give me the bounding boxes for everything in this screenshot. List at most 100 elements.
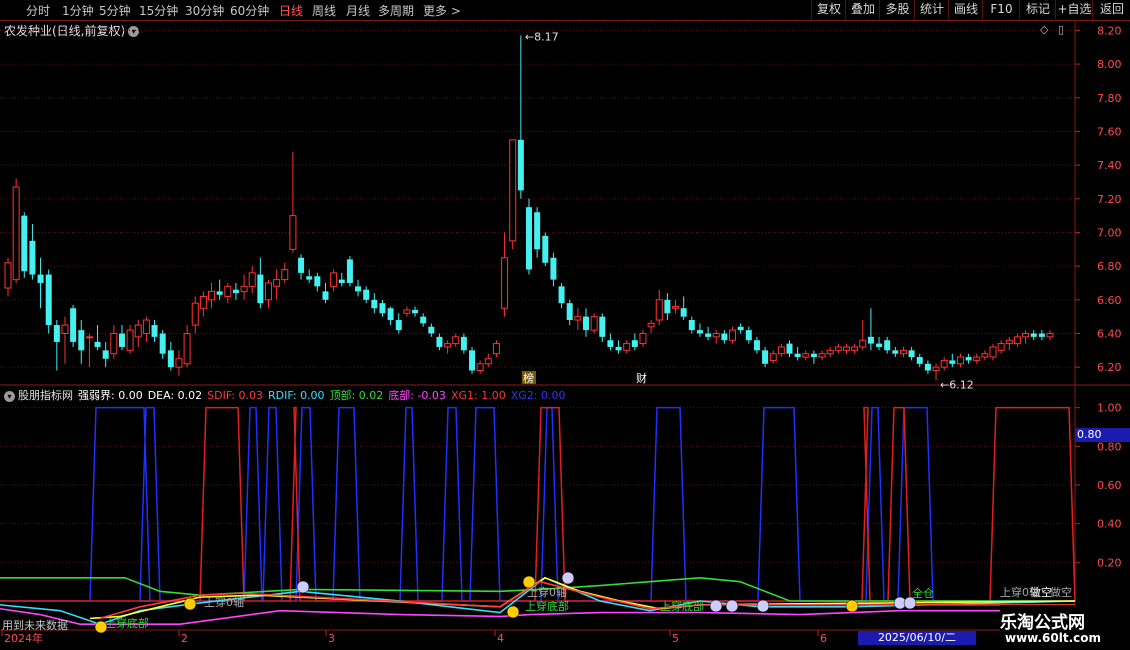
candle-body [1005,339,1013,345]
indicator-value-4: 顶部: 0.02 [329,389,384,402]
candle-body [444,343,452,348]
signal-label-3: 上穿底部 [660,599,704,613]
candle-body [306,276,313,280]
signal-emoji-icon [296,580,310,594]
candle-body [501,257,509,309]
period-tab-6[interactable]: 日线 [279,2,303,19]
candle-body [167,350,174,368]
candle-body [851,346,859,351]
signal-label-8: 全仓 [912,586,934,600]
indicator-value-5: 底部: -0.03 [388,389,446,402]
period-tab-5[interactable]: 60分钟 [230,2,269,19]
price-tick-label: 7.20 [1097,193,1122,206]
candle-body [623,343,631,351]
candle-body [12,186,20,281]
indicator-value-6: XG1: 1.00 [450,389,506,402]
candle-body [859,339,867,348]
signal-emoji-icon [522,575,536,589]
toolbar-button-8[interactable]: 返回 [1092,0,1130,19]
candle-body [712,332,720,338]
candle-body [175,358,183,368]
toolbar-button-0[interactable]: 复权 [811,0,846,19]
candle-body [599,316,606,337]
candle-body [240,285,248,292]
period-tab-1[interactable]: 1分钟 [62,2,94,19]
candle-body [379,303,386,314]
xg2-line [0,406,1075,602]
signal-emoji-icon [94,620,108,634]
candle-body [4,262,12,289]
candle-body [842,346,850,351]
period-tab-9[interactable]: 多周期 [378,2,414,19]
price-tick-label: 7.60 [1097,125,1122,138]
candle-body [460,336,467,351]
price-tick-label: 8.20 [1097,24,1122,37]
candle-body [542,235,549,263]
date-label: 2 [181,632,188,645]
period-tab-10[interactable]: 更多 > [423,2,461,19]
toolbar-button-6[interactable]: 标记 [1019,0,1056,19]
candle-body [705,333,712,337]
rank-marker: 榜 [523,371,534,385]
date-label: 3 [328,632,335,645]
candle-body [216,291,223,295]
signal-label-6: 上穿0轴 [1000,585,1040,599]
candle-body [142,319,150,334]
candle-body [884,340,891,351]
candle-body [110,332,118,355]
candle-body [29,240,36,275]
sdif-line [99,580,1075,620]
candle-body [232,289,239,294]
candle-body [664,299,671,314]
period-tab-7[interactable]: 周线 [312,2,336,19]
period-tab-2[interactable]: 5分钟 [99,2,131,19]
candle-body [534,212,541,250]
signal-emoji-icon [709,599,723,613]
candle-body [590,316,598,331]
candle-body [37,274,44,283]
candle-body [526,207,532,270]
toolbar-button-1[interactable]: 叠加 [845,0,880,19]
indicator-value-7: XG2: 0.00 [510,389,566,402]
candle-body [997,343,1005,351]
candle-body [973,356,981,361]
candle-body [981,353,989,358]
toolbar-button-2[interactable]: 多股 [879,0,915,19]
chevron-down-icon[interactable]: ▾ [4,390,15,402]
candle-body [469,350,476,371]
candle-body [550,257,557,280]
candle-body [672,306,680,309]
candle-body [273,279,281,287]
candle-body [655,299,663,321]
toolbar-button-4[interactable]: 画线 [948,0,983,19]
candle-body [777,346,785,355]
candle-body [647,322,655,328]
toolbar-button-3[interactable]: 统计 [914,0,949,19]
period-tab-4[interactable]: 30分钟 [185,2,224,19]
candle-body [346,259,353,283]
signal-label-2: 上穿底部 [525,599,569,613]
high-price-label: ←8.17 [525,30,559,43]
candlestick-chart[interactable]: 8.20 8.00 7.80 7.60 7.40 7.20 7.00 6.80 6.60 6.40… [0,0,1130,650]
candle-body [476,363,484,372]
period-tab-3[interactable]: 15分钟 [139,2,178,19]
price-tick-label: 6.60 [1097,294,1122,307]
settings-icon: ▯ [1058,23,1064,36]
indicator-tick-label: 0.80 [1097,440,1122,453]
toolbar-button-5[interactable]: F10 [982,0,1020,19]
candle-body [78,330,85,351]
chevron-down-icon[interactable]: ▾ [128,26,140,37]
future-data-note: 用到未来数据 [2,619,68,632]
toolbar-button-7[interactable]: +自选 [1055,0,1093,19]
period-tab-0[interactable]: 分时 [26,2,50,19]
candle-body [134,324,142,338]
candle-body [191,302,199,326]
candle-body [126,329,134,351]
candle-body [965,357,972,361]
candle-body [363,289,370,300]
period-tab-8[interactable]: 月线 [346,2,370,19]
signal-label-7: 做空 [1050,585,1072,599]
candle-body [45,274,52,326]
candle-body [452,336,460,345]
candle-body [737,326,744,331]
